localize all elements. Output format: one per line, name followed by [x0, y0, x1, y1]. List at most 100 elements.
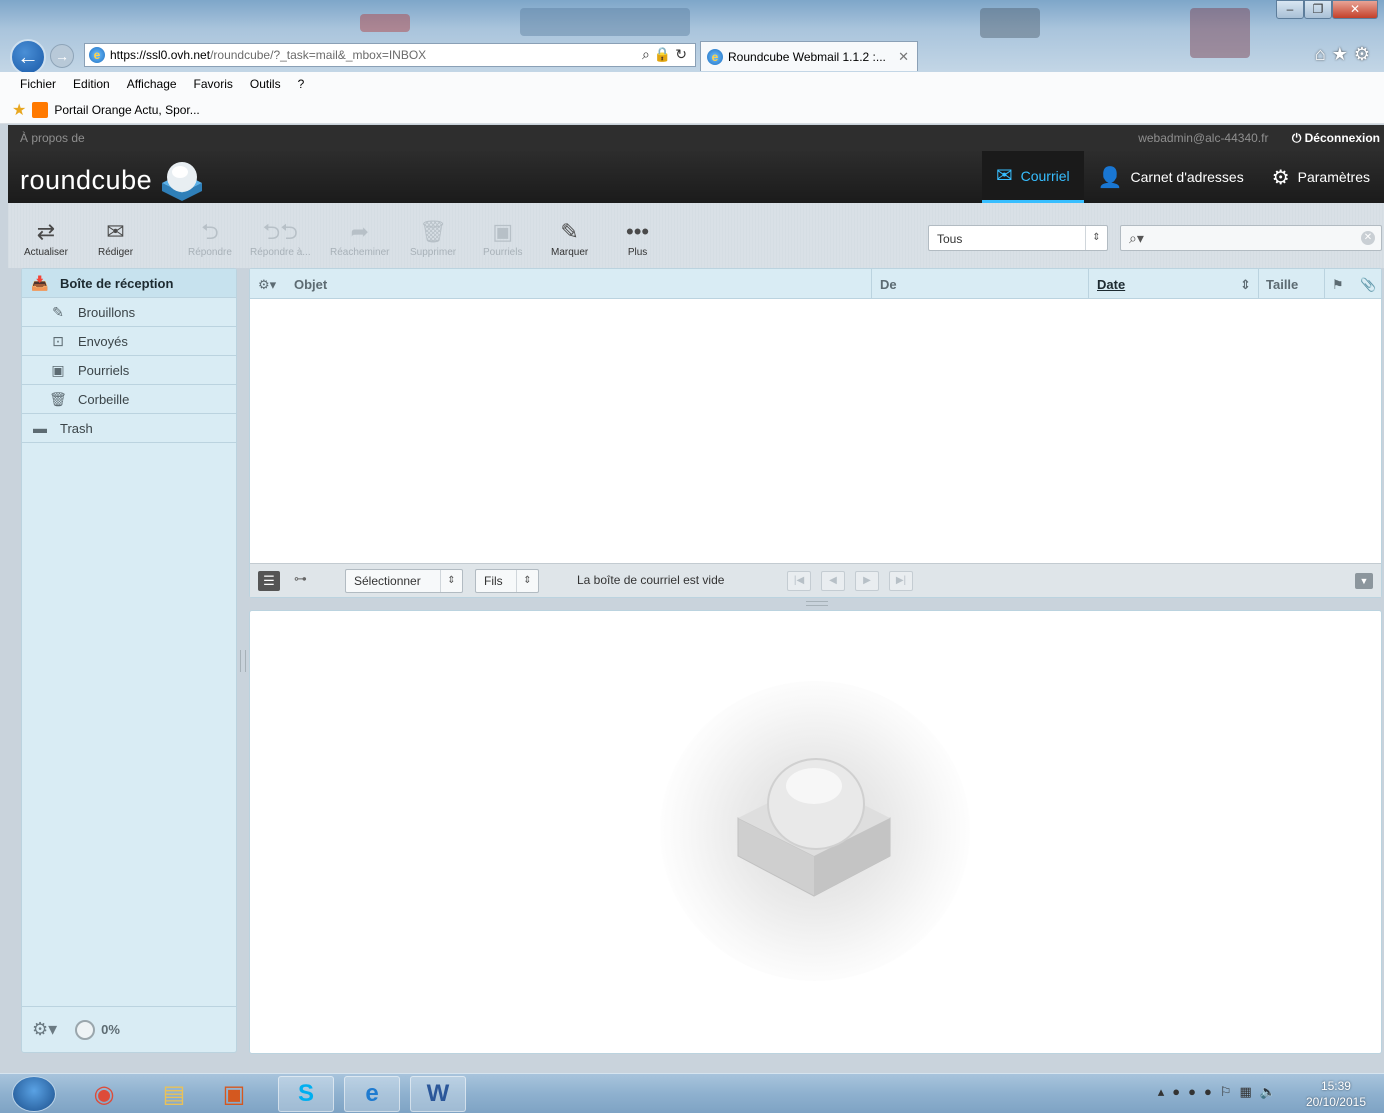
prev-page-icon[interactable]: ◀: [821, 571, 845, 591]
reply-all-button[interactable]: ⮌⮌ Répondre à...: [250, 217, 311, 258]
folder-corbeille[interactable]: 🗑 Corbeille: [22, 385, 236, 414]
logout-button[interactable]: ⏻ Déconnexion: [1292, 131, 1380, 145]
delete-button[interactable]: 🗑 Supprimer: [410, 217, 456, 258]
tray-flag-icon[interactable]: ⚐: [1220, 1084, 1240, 1099]
folder-corbeille-label: Corbeille: [78, 391, 130, 407]
browser-menubar: Fichier Edition Affichage Favoris Outils…: [0, 72, 1384, 96]
folder-actions-gear-icon[interactable]: ⚙▾: [32, 1019, 57, 1040]
envelope-icon: ✉: [995, 165, 1013, 187]
tray-app-icon[interactable]: ●: [1188, 1084, 1204, 1099]
tab-settings[interactable]: ⚙ Paramètres: [1258, 151, 1384, 203]
back-button[interactable]: ←: [10, 39, 46, 75]
gear-icon[interactable]: ⚙: [1354, 44, 1376, 64]
taskbar-clock[interactable]: 15:39 20/10/2015: [1306, 1078, 1366, 1110]
search-reset-icon[interactable]: ✕: [1361, 231, 1375, 245]
folder-drafts[interactable]: ✎ Brouillons: [22, 298, 236, 327]
menu-edition[interactable]: Edition: [73, 77, 110, 91]
about-link[interactable]: À propos de: [20, 131, 85, 145]
lock-icon[interactable]: 🔒: [654, 46, 675, 62]
reply-all-icon: ⮌⮌: [262, 219, 298, 244]
compose-envelope-icon: ✉: [106, 219, 125, 244]
address-bar[interactable]: e https://ssl0.ovh.net/roundcube/?_task=…: [84, 43, 696, 67]
vertical-splitter[interactable]: [240, 650, 246, 672]
compose-button[interactable]: ✉ Rédiger: [98, 217, 133, 258]
thread-icon[interactable]: ⊶: [294, 571, 307, 587]
home-icon[interactable]: ⌂: [1315, 44, 1332, 64]
explorer-folder-icon[interactable]: ▤: [146, 1076, 202, 1112]
list-options-icon[interactable]: ☰: [258, 571, 280, 591]
menu-fichier[interactable]: Fichier: [20, 77, 56, 91]
list-options-gear-icon[interactable]: ⚙▾: [258, 277, 276, 293]
junk-button[interactable]: ▣ Pourriels: [483, 217, 522, 258]
refresh-button[interactable]: ⇄ Actualiser: [24, 217, 68, 258]
chrome-app-icon[interactable]: ◉: [76, 1076, 132, 1112]
skype-app-icon[interactable]: S: [278, 1076, 334, 1112]
media-player-icon[interactable]: ▣: [206, 1076, 262, 1112]
attachment-icon[interactable]: 📎: [1360, 277, 1376, 293]
refresh-icon[interactable]: ↻: [675, 46, 691, 62]
flag-icon[interactable]: ⚑: [1332, 277, 1344, 293]
menu-affichage[interactable]: Affichage: [127, 77, 177, 91]
sort-arrows-icon: ⇕: [1240, 277, 1251, 292]
favorites-star-icon[interactable]: ★: [12, 100, 26, 120]
folder-icon: ▬: [33, 420, 47, 436]
close-window-button[interactable]: ✕: [1332, 0, 1378, 19]
start-button[interactable]: [12, 1076, 56, 1112]
select-arrows-icon: ⇕: [1085, 226, 1107, 250]
folder-junk[interactable]: ▣ Pourriels: [22, 356, 236, 385]
star-icon[interactable]: ★: [1332, 44, 1354, 64]
favorite-link[interactable]: Portail Orange Actu, Spor...: [54, 103, 199, 117]
next-page-icon[interactable]: ▶: [855, 571, 879, 591]
folder-trash-label: Trash: [60, 420, 93, 436]
refresh-label: Actualiser: [24, 247, 68, 258]
forward-mail-button[interactable]: ➦ Réacheminer: [330, 217, 389, 258]
horizontal-splitter[interactable]: [806, 601, 828, 606]
first-page-icon[interactable]: |◀: [787, 571, 811, 591]
last-page-icon[interactable]: ▶|: [889, 571, 913, 591]
browser-tools: ⌂★⚙: [1315, 44, 1376, 65]
search-input[interactable]: ⌕▾ ✕: [1120, 225, 1382, 251]
filter-select[interactable]: Tous ⇕: [928, 225, 1108, 251]
tab-mail[interactable]: ✉ Courriel: [981, 151, 1084, 203]
browser-titlebar: – ❐ ✕ ← → e https://ssl0.ovh.net/roundcu…: [0, 0, 1384, 75]
word-app-icon[interactable]: W: [410, 1076, 466, 1112]
quota-pie-icon: [75, 1019, 96, 1040]
search-icon[interactable]: ⌕▾: [1129, 230, 1144, 247]
mark-button[interactable]: ✎ Marquer: [551, 217, 588, 258]
folder-sent[interactable]: ⊡ Envoyés: [22, 327, 236, 356]
select-menu[interactable]: Sélectionner ⇕: [345, 569, 463, 593]
tab-contacts-label: Carnet d'adresses: [1130, 169, 1244, 185]
tray-app-icon[interactable]: ●: [1172, 1084, 1188, 1099]
roundcube-logo[interactable]: roundcube: [20, 159, 206, 201]
menu-outils[interactable]: Outils: [250, 77, 281, 91]
tray-expand-icon[interactable]: ▴: [1158, 1084, 1173, 1099]
tray-volume-icon[interactable]: 🔈: [1260, 1084, 1284, 1099]
col-size[interactable]: Taille: [1266, 277, 1298, 292]
browser-tab[interactable]: e Roundcube Webmail 1.1.2 :... ✕: [700, 41, 918, 71]
maximize-button[interactable]: ❐: [1304, 0, 1332, 19]
collapse-preview-icon[interactable]: ▼: [1355, 573, 1373, 589]
trash-icon: 🗑: [49, 390, 67, 407]
forward-button[interactable]: →: [50, 44, 74, 68]
search-icon[interactable]: ⌕: [642, 46, 654, 62]
tab-contacts[interactable]: 👤 Carnet d'adresses: [1084, 151, 1258, 203]
minimize-button[interactable]: –: [1276, 0, 1304, 19]
reply-button[interactable]: ⮌ Répondre: [188, 217, 232, 258]
menu-help[interactable]: ?: [298, 77, 305, 91]
col-from[interactable]: De: [880, 277, 897, 292]
background-decoration: [520, 8, 690, 36]
tray-app-icon[interactable]: ●: [1204, 1084, 1220, 1099]
col-subject[interactable]: Objet: [294, 277, 327, 292]
threads-menu[interactable]: Fils ⇕: [475, 569, 539, 593]
tab-close-icon[interactable]: ✕: [898, 49, 909, 65]
folder-inbox[interactable]: 📥 Boîte de réception: [22, 269, 236, 298]
menu-favoris[interactable]: Favoris: [194, 77, 233, 91]
clock-date: 20/10/2015: [1305, 1095, 1366, 1109]
col-date[interactable]: Date: [1097, 277, 1125, 292]
url-host: https://ssl0.ovh.net: [110, 48, 211, 62]
more-button[interactable]: ••• Plus: [626, 217, 649, 258]
ie-app-icon[interactable]: e: [344, 1076, 400, 1112]
address-tools[interactable]: ⌕🔒↻: [642, 46, 691, 63]
tray-network-icon[interactable]: ▦: [1240, 1084, 1260, 1099]
folder-trash[interactable]: ▬ Trash: [22, 414, 236, 443]
